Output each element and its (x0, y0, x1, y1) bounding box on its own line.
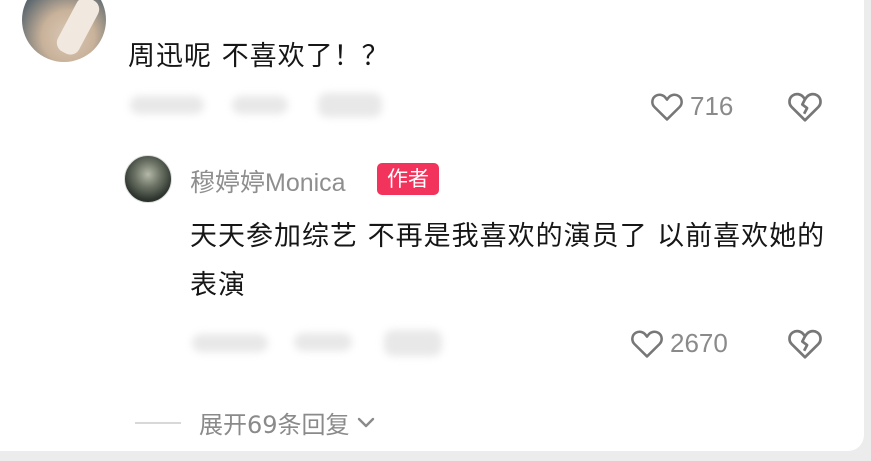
blurred-meta-date (130, 96, 204, 114)
reply-like-count: 2670 (670, 327, 728, 358)
blurred-meta-location (232, 96, 288, 114)
expand-replies-label: 展开69条回复 (199, 411, 350, 439)
blurred-meta-reply (318, 93, 382, 117)
reply-like-button[interactable]: 2670 (630, 327, 728, 359)
divider-line (135, 421, 181, 424)
author-avatar[interactable] (124, 155, 172, 203)
top-like-button[interactable]: 716 (650, 90, 733, 122)
author-badge: 作者 (377, 163, 439, 195)
reply-text: 天天参加综艺 不再是我喜欢的演员了 以前喜欢她的表演 (190, 221, 826, 301)
heart-outline-icon (651, 93, 683, 121)
expand-replies-button[interactable]: 展开69条回复 (135, 405, 376, 440)
comment-card: 周迅呢 不喜欢了！？ 716 穆婷婷Monica 作者 天天参加综艺 不再是我喜… (0, 0, 864, 451)
blurred-meta-location (294, 333, 352, 351)
chevron-down-icon (357, 417, 374, 427)
top-comment-text: 周迅呢 不喜欢了！？ (128, 41, 390, 72)
broken-heart-icon[interactable] (787, 326, 823, 360)
blurred-meta-reply (384, 330, 442, 356)
reply-author-name[interactable]: 穆婷婷Monica (190, 163, 346, 199)
heart-outline-icon (631, 330, 663, 358)
broken-heart-icon[interactable] (787, 89, 823, 123)
top-like-count: 716 (690, 90, 734, 121)
commenter-avatar[interactable] (22, 0, 106, 62)
blurred-meta-date (192, 334, 268, 352)
